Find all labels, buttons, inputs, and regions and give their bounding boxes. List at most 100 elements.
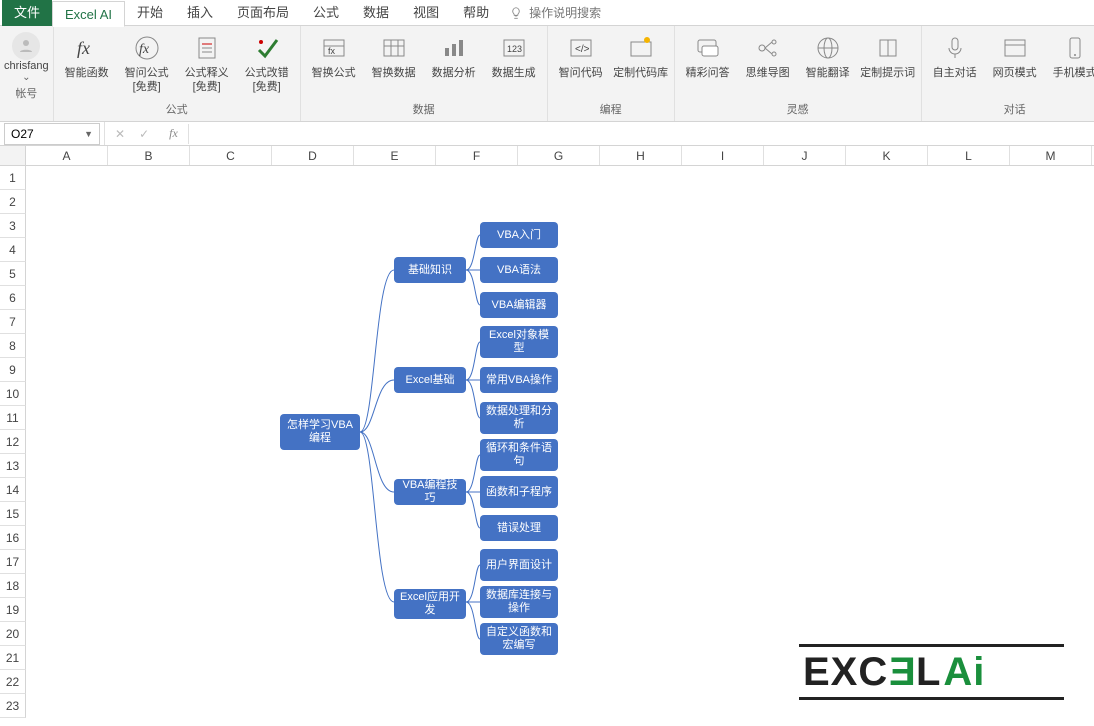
- row-header[interactable]: 11: [0, 406, 26, 430]
- btn-webmode[interactable]: 网页模式: [986, 30, 1044, 80]
- row-header[interactable]: 17: [0, 550, 26, 574]
- mindmap-leaf[interactable]: VBA入门: [480, 222, 558, 248]
- cancel-icon[interactable]: ✕: [115, 127, 125, 141]
- btn-mobile[interactable]: 手机模式: [1046, 30, 1094, 80]
- tab-formula[interactable]: 公式: [301, 0, 351, 26]
- btn-prompt[interactable]: 定制提示词: [859, 30, 917, 80]
- tab-data[interactable]: 数据: [351, 0, 401, 26]
- mindmap-branch[interactable]: Excel基础: [394, 367, 466, 393]
- col-header[interactable]: B: [108, 146, 190, 165]
- row-header[interactable]: 3: [0, 214, 26, 238]
- avatar-icon[interactable]: [12, 32, 40, 60]
- tab-start[interactable]: 开始: [125, 0, 175, 26]
- col-header[interactable]: C: [190, 146, 272, 165]
- row-header[interactable]: 23: [0, 694, 26, 718]
- mindmap-leaf[interactable]: VBA编辑器: [480, 292, 558, 318]
- mindmap-leaf[interactable]: 常用VBA操作: [480, 367, 558, 393]
- row-header[interactable]: 21: [0, 646, 26, 670]
- row-header[interactable]: 13: [0, 454, 26, 478]
- btn-translate[interactable]: 智能翻译: [799, 30, 857, 80]
- account-name: chrisfang: [4, 60, 49, 72]
- row-header[interactable]: 20: [0, 622, 26, 646]
- mindmap-leaf[interactable]: Excel对象模型: [480, 326, 558, 358]
- btn-swap-data[interactable]: 智换数据: [365, 30, 423, 80]
- row-header[interactable]: 15: [0, 502, 26, 526]
- group-chat: 自主对话 网页模式 手机模式 对话: [922, 26, 1094, 121]
- enter-icon[interactable]: ✓: [139, 127, 149, 141]
- btn-formula-fix[interactable]: 公式改错 [免费]: [238, 30, 296, 94]
- mindmap-leaf[interactable]: 自定义函数和宏编写: [480, 623, 558, 655]
- btn-ask-code[interactable]: </>智问代码: [552, 30, 610, 80]
- col-header[interactable]: I: [682, 146, 764, 165]
- formula-bar[interactable]: [188, 124, 1094, 144]
- col-header[interactable]: M: [1010, 146, 1092, 165]
- col-header[interactable]: K: [846, 146, 928, 165]
- row-header[interactable]: 2: [0, 190, 26, 214]
- cells-area[interactable]: 怎样学习VBA编程 基础知识 Excel基础 VBA编程技巧 Excel应用开发…: [26, 166, 1094, 718]
- mindmap-leaf[interactable]: 函数和子程序: [480, 476, 558, 508]
- account-dropdown[interactable]: ⌄: [22, 72, 30, 83]
- mindmap-leaf[interactable]: 数据库连接与操作: [480, 586, 558, 618]
- col-header[interactable]: E: [354, 146, 436, 165]
- col-header[interactable]: L: [928, 146, 1010, 165]
- group-data: fx智换公式 智换数据 数据分析 123数据生成 数据: [301, 26, 548, 121]
- btn-mindmap[interactable]: 思维导图: [739, 30, 797, 80]
- row-header[interactable]: 10: [0, 382, 26, 406]
- btn-data-generate[interactable]: 123数据生成: [485, 30, 543, 80]
- row-header[interactable]: 12: [0, 430, 26, 454]
- mindmap-leaf[interactable]: 错误处理: [480, 515, 558, 541]
- btn-formula-explain[interactable]: 公式释义 [免费]: [178, 30, 236, 94]
- row-header[interactable]: 16: [0, 526, 26, 550]
- btn-code-library[interactable]: 定制代码库: [612, 30, 670, 80]
- btn-data-analysis[interactable]: 数据分析: [425, 30, 483, 80]
- tab-view[interactable]: 视图: [401, 0, 451, 26]
- table-fx-icon: fx: [318, 32, 350, 64]
- mindmap-diagram[interactable]: 怎样学习VBA编程 基础知识 Excel基础 VBA编程技巧 Excel应用开发…: [280, 222, 600, 652]
- col-header[interactable]: G: [518, 146, 600, 165]
- row-header[interactable]: 5: [0, 262, 26, 286]
- row-header[interactable]: 6: [0, 286, 26, 310]
- select-all-corner[interactable]: [0, 146, 26, 165]
- mindmap-branch[interactable]: VBA编程技巧: [394, 479, 466, 505]
- tab-file[interactable]: 文件: [2, 0, 52, 26]
- col-header[interactable]: F: [436, 146, 518, 165]
- group-formula-label: 公式: [166, 99, 188, 119]
- btn-qa[interactable]: 精彩问答: [679, 30, 737, 80]
- col-header[interactable]: J: [764, 146, 846, 165]
- row-header[interactable]: 4: [0, 238, 26, 262]
- tab-layout[interactable]: 页面布局: [225, 0, 301, 26]
- tell-me-search[interactable]: 操作说明搜索: [509, 4, 601, 21]
- tab-insert[interactable]: 插入: [175, 0, 225, 26]
- mindmap-branch[interactable]: Excel应用开发: [394, 589, 466, 619]
- mindmap-branch[interactable]: 基础知识: [394, 257, 466, 283]
- tab-excel-ai[interactable]: Excel AI: [52, 1, 125, 27]
- mindmap-leaf[interactable]: 用户界面设计: [480, 549, 558, 581]
- btn-swap-formula[interactable]: fx智换公式: [305, 30, 363, 80]
- row-header[interactable]: 22: [0, 670, 26, 694]
- col-header[interactable]: H: [600, 146, 682, 165]
- name-box-dropdown-icon[interactable]: ▼: [84, 129, 93, 139]
- mindmap-leaf[interactable]: 数据处理和分析: [480, 402, 558, 434]
- row-header[interactable]: 8: [0, 334, 26, 358]
- svg-text:</>: </>: [575, 44, 590, 55]
- mindmap-leaf[interactable]: VBA语法: [480, 257, 558, 283]
- fx-icon[interactable]: fx: [169, 126, 178, 141]
- mindmap-root[interactable]: 怎样学习VBA编程: [280, 414, 360, 450]
- btn-smart-function[interactable]: fx智能函数: [58, 30, 116, 80]
- row-header[interactable]: 19: [0, 598, 26, 622]
- row-header[interactable]: 7: [0, 310, 26, 334]
- col-header[interactable]: D: [272, 146, 354, 165]
- btn-autochat[interactable]: 自主对话: [926, 30, 984, 80]
- btn-ask-formula[interactable]: fx智问公式 [免费]: [118, 30, 176, 94]
- name-box[interactable]: O27 ▼: [4, 123, 100, 145]
- tell-me-label: 操作说明搜索: [529, 4, 601, 21]
- svg-text:fx: fx: [77, 38, 90, 58]
- tab-help[interactable]: 帮助: [451, 0, 501, 26]
- mindmap-leaf[interactable]: 循环和条件语句: [480, 439, 558, 471]
- row-header[interactable]: 18: [0, 574, 26, 598]
- col-header[interactable]: A: [26, 146, 108, 165]
- row-header[interactable]: 14: [0, 478, 26, 502]
- row-header[interactable]: 9: [0, 358, 26, 382]
- mindmap-icon: [752, 32, 784, 64]
- row-header[interactable]: 1: [0, 166, 26, 190]
